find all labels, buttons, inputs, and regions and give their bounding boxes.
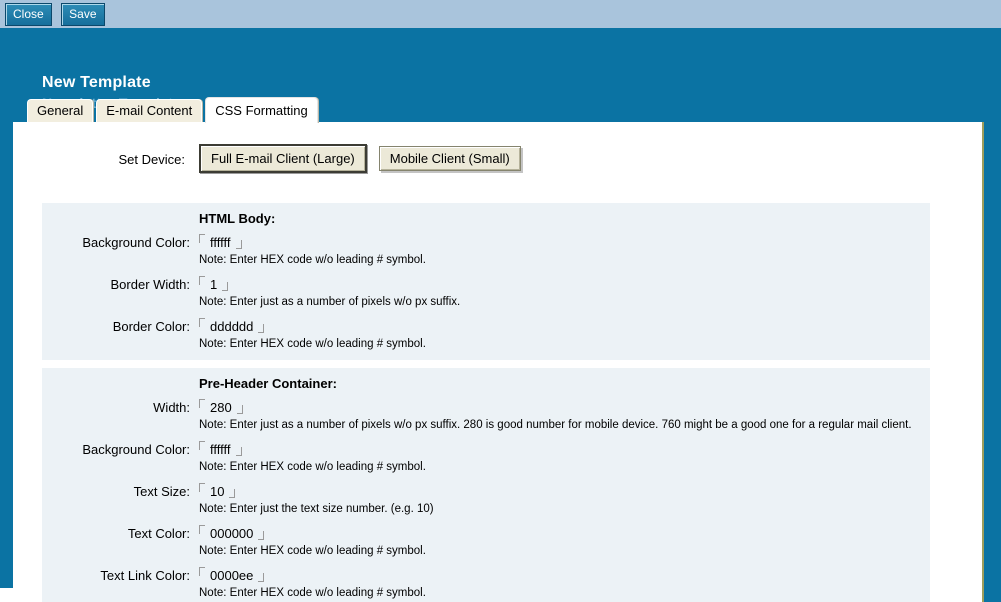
tab-css-formatting[interactable]: CSS Formatting <box>205 97 317 123</box>
page-title: New Template <box>42 74 151 92</box>
edit-corner-close-icon <box>258 573 264 582</box>
field-label: Width: <box>42 400 190 416</box>
device-buttons: Full E-mail Client (Large) Mobile Client… <box>199 144 973 173</box>
edit-corner-open-icon <box>199 318 205 327</box>
tab-general[interactable]: General <box>27 99 93 122</box>
edit-corner-open-icon <box>199 276 205 285</box>
field-label: Text Link Color: <box>42 568 190 584</box>
section-heading: Pre-Header Container: <box>199 376 930 391</box>
field-note: Note: Enter just as a number of pixels w… <box>199 417 930 433</box>
field-value: ffffff <box>210 235 231 250</box>
set-device-label: Set Device: <box>13 150 185 167</box>
field-label: Border Color: <box>42 319 190 335</box>
field-note: Note: Enter HEX code w/o leading # symbo… <box>199 543 930 559</box>
form-row: Border Width: 1 Note: Enter just as a nu… <box>42 277 930 310</box>
field-note: Note: Enter HEX code w/o leading # symbo… <box>199 585 930 601</box>
tab-email-content[interactable]: E-mail Content <box>96 99 202 122</box>
form-row: Width: 280 Note: Enter just as a number … <box>42 400 930 433</box>
field-note: Note: Enter just the text size number. (… <box>199 501 930 517</box>
form-row: Text Link Color: 0000ee Note: Enter HEX … <box>42 568 930 601</box>
editable-field-background-color[interactable]: ffffff <box>199 235 930 251</box>
edit-corner-close-icon <box>236 240 242 249</box>
form-row: Background Color: ffffff Note: Enter HEX… <box>42 442 930 475</box>
window-frame-right-edge <box>982 588 1001 602</box>
section-heading: HTML Body: <box>199 211 930 226</box>
save-button[interactable]: Save <box>61 3 104 26</box>
edit-corner-close-icon <box>258 531 264 540</box>
field-label: Text Size: <box>42 484 190 500</box>
field-note: Note: Enter HEX code w/o leading # symbo… <box>199 459 930 475</box>
device-button-mobile-client[interactable]: Mobile Client (Small) <box>379 146 521 171</box>
edit-corner-open-icon <box>199 441 205 450</box>
field-value: 10 <box>210 484 224 499</box>
field-value: 0000ee <box>210 568 253 583</box>
editable-field-text-color[interactable]: 000000 <box>199 526 930 542</box>
close-button[interactable]: Close <box>5 3 52 26</box>
form-row: Border Color: dddddd Note: Enter HEX cod… <box>42 319 930 352</box>
section-html-body: HTML Body: Background Color: ffffff Note… <box>42 203 930 360</box>
editable-field-text-size[interactable]: 10 <box>199 484 930 500</box>
form-row: Text Size: 10 Note: Enter just the text … <box>42 484 930 517</box>
field-value: 000000 <box>210 526 253 541</box>
editable-field-text-link-color[interactable]: 0000ee <box>199 568 930 584</box>
field-value: 1 <box>210 277 217 292</box>
editable-field-border-width[interactable]: 1 <box>199 277 930 293</box>
form-row: Background Color: ffffff Note: Enter HEX… <box>42 235 930 268</box>
edit-corner-open-icon <box>199 483 205 492</box>
form-row: Text Color: 000000 Note: Enter HEX code … <box>42 526 930 559</box>
field-value: ffffff <box>210 442 231 457</box>
edit-corner-close-icon <box>237 405 243 414</box>
field-value: 280 <box>210 400 232 415</box>
editable-field-background-color[interactable]: ffffff <box>199 442 930 458</box>
field-label: Background Color: <box>42 235 190 251</box>
field-note: Note: Enter HEX code w/o leading # symbo… <box>199 336 930 352</box>
field-value: dddddd <box>210 319 253 334</box>
edit-corner-open-icon <box>199 525 205 534</box>
field-note: Note: Enter HEX code w/o leading # symbo… <box>199 252 930 268</box>
edit-corner-close-icon <box>258 324 264 333</box>
field-label: Background Color: <box>42 442 190 458</box>
field-label: Border Width: <box>42 277 190 293</box>
device-button-full-client[interactable]: Full E-mail Client (Large) <box>199 144 367 173</box>
edit-corner-open-icon <box>199 399 205 408</box>
toolbar: Close Save <box>0 0 1001 28</box>
edit-corner-open-icon <box>199 567 205 576</box>
editable-field-width[interactable]: 280 <box>199 400 930 416</box>
content-panel: Set Device: Full E-mail Client (Large) M… <box>13 122 984 602</box>
tab-bar: General E-mail Content CSS Formatting <box>27 99 318 122</box>
edit-corner-open-icon <box>199 234 205 243</box>
edit-corner-close-icon <box>222 282 228 291</box>
edit-corner-close-icon <box>229 489 235 498</box>
editable-field-border-color[interactable]: dddddd <box>199 319 930 335</box>
field-label: Text Color: <box>42 526 190 542</box>
field-note: Note: Enter just as a number of pixels w… <box>199 294 930 310</box>
section-pre-header-container: Pre-Header Container: Width: 280 Note: E… <box>42 368 930 602</box>
edit-corner-close-icon <box>236 447 242 456</box>
set-device-row: Set Device: Full E-mail Client (Large) M… <box>13 144 973 173</box>
